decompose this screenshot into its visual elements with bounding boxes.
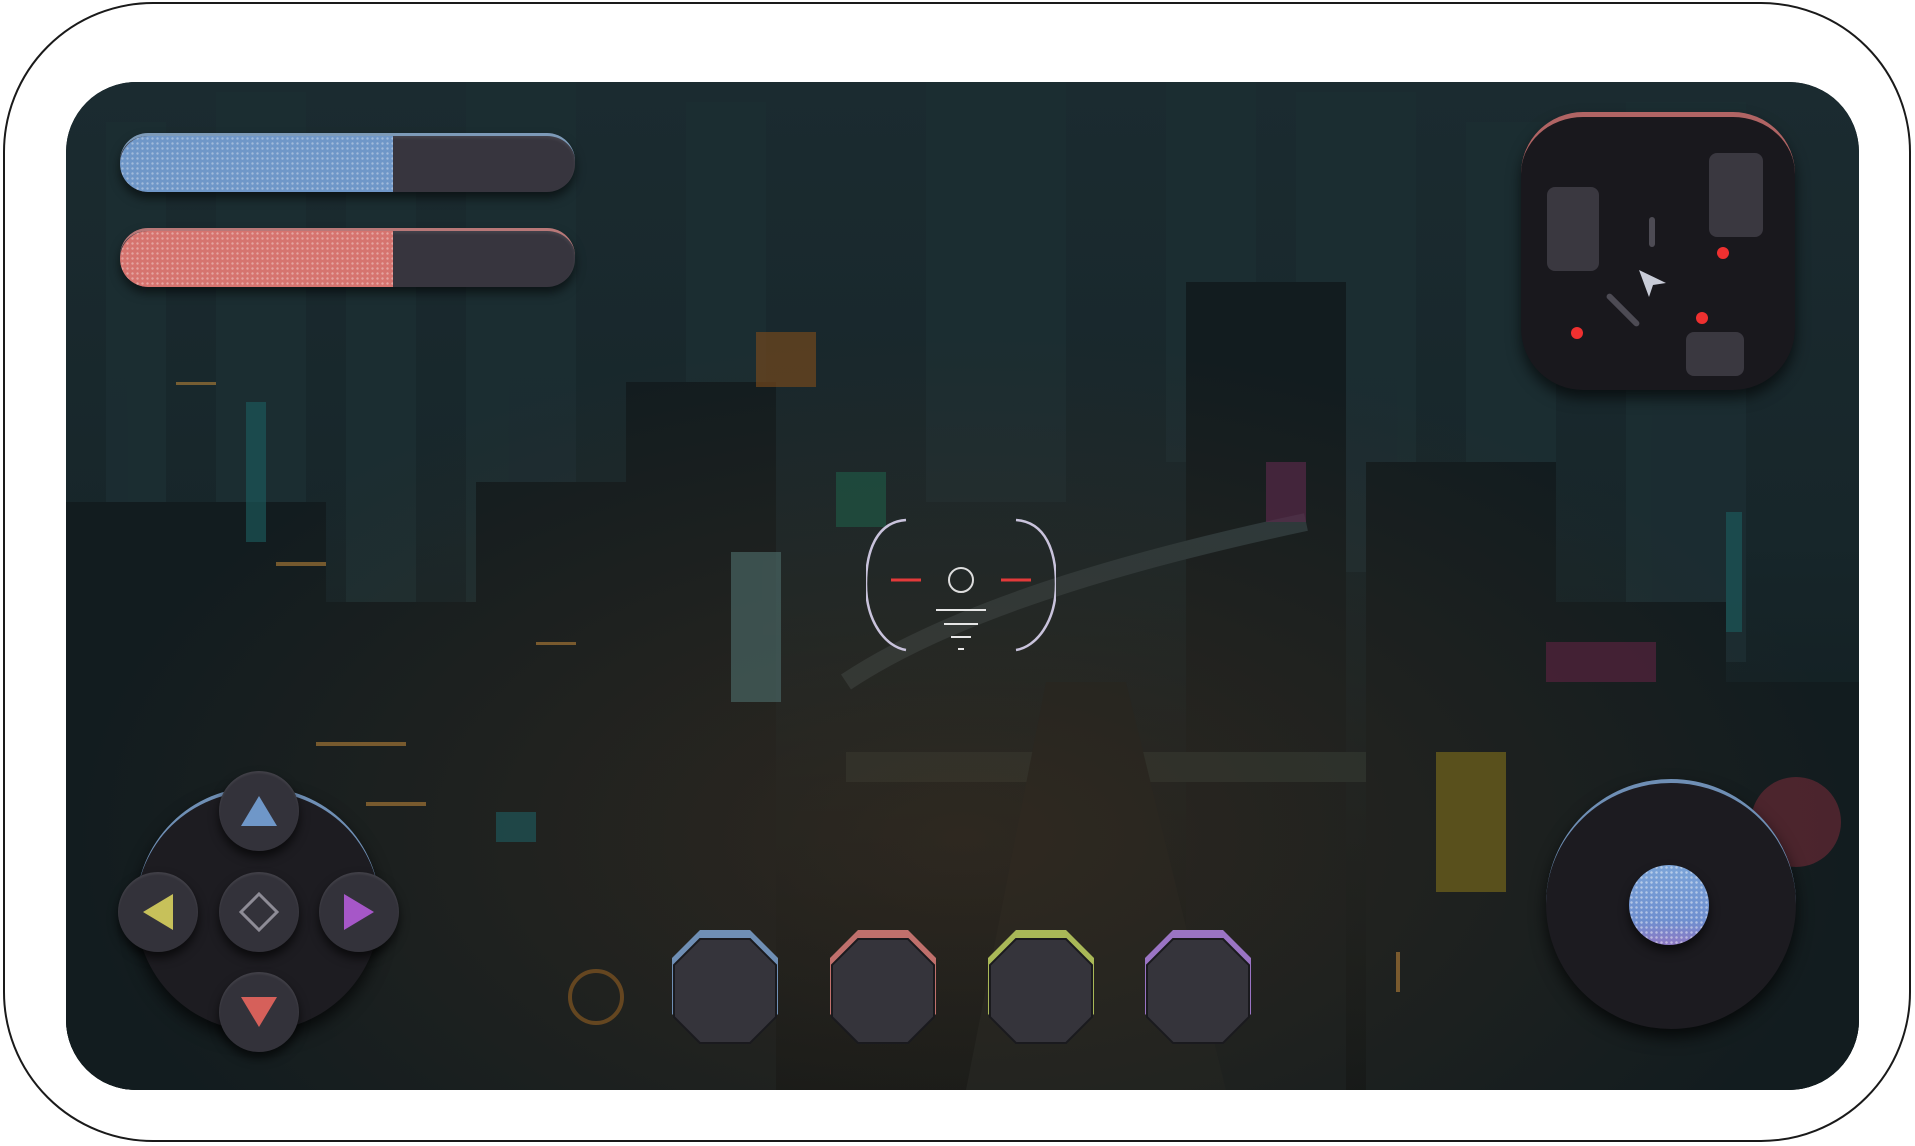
triangle-up-icon [241, 796, 277, 826]
minimap-building [1547, 187, 1599, 271]
minimap-enemy-marker [1571, 327, 1583, 339]
dpad-up-button[interactable] [219, 771, 299, 851]
skill-slot-3[interactable] [986, 927, 1096, 1045]
energy-bar-fill [120, 231, 393, 287]
device-frame [3, 2, 1911, 1142]
dpad-down-button[interactable] [219, 972, 299, 1052]
reticle-icon [866, 518, 1056, 652]
diamond-icon [238, 891, 280, 933]
joystick-knob[interactable] [1629, 865, 1709, 945]
minimap[interactable] [1521, 112, 1795, 390]
dpad [118, 771, 399, 1052]
energy-bar [120, 228, 575, 287]
minimap-building [1709, 153, 1763, 237]
dpad-left-button[interactable] [118, 872, 198, 952]
minimap-enemy-marker [1696, 312, 1708, 324]
triangle-down-icon [241, 997, 277, 1027]
skill-slot-1[interactable] [670, 927, 780, 1045]
health-bar-fill [120, 136, 393, 192]
health-bar [120, 133, 575, 192]
minimap-building [1686, 332, 1744, 376]
minimap-enemy-marker [1717, 247, 1729, 259]
triangle-left-icon [143, 894, 173, 930]
skill-slot-2[interactable] [828, 927, 938, 1045]
skill-slot-4[interactable] [1143, 927, 1253, 1045]
game-viewport[interactable] [66, 82, 1859, 1090]
movement-joystick[interactable] [1546, 779, 1796, 1029]
minimap-wall [1649, 217, 1655, 247]
cursor-arrow-icon [1639, 270, 1666, 297]
dpad-right-button[interactable] [319, 872, 399, 952]
dpad-center-button[interactable] [219, 872, 299, 952]
triangle-right-icon [344, 894, 374, 930]
